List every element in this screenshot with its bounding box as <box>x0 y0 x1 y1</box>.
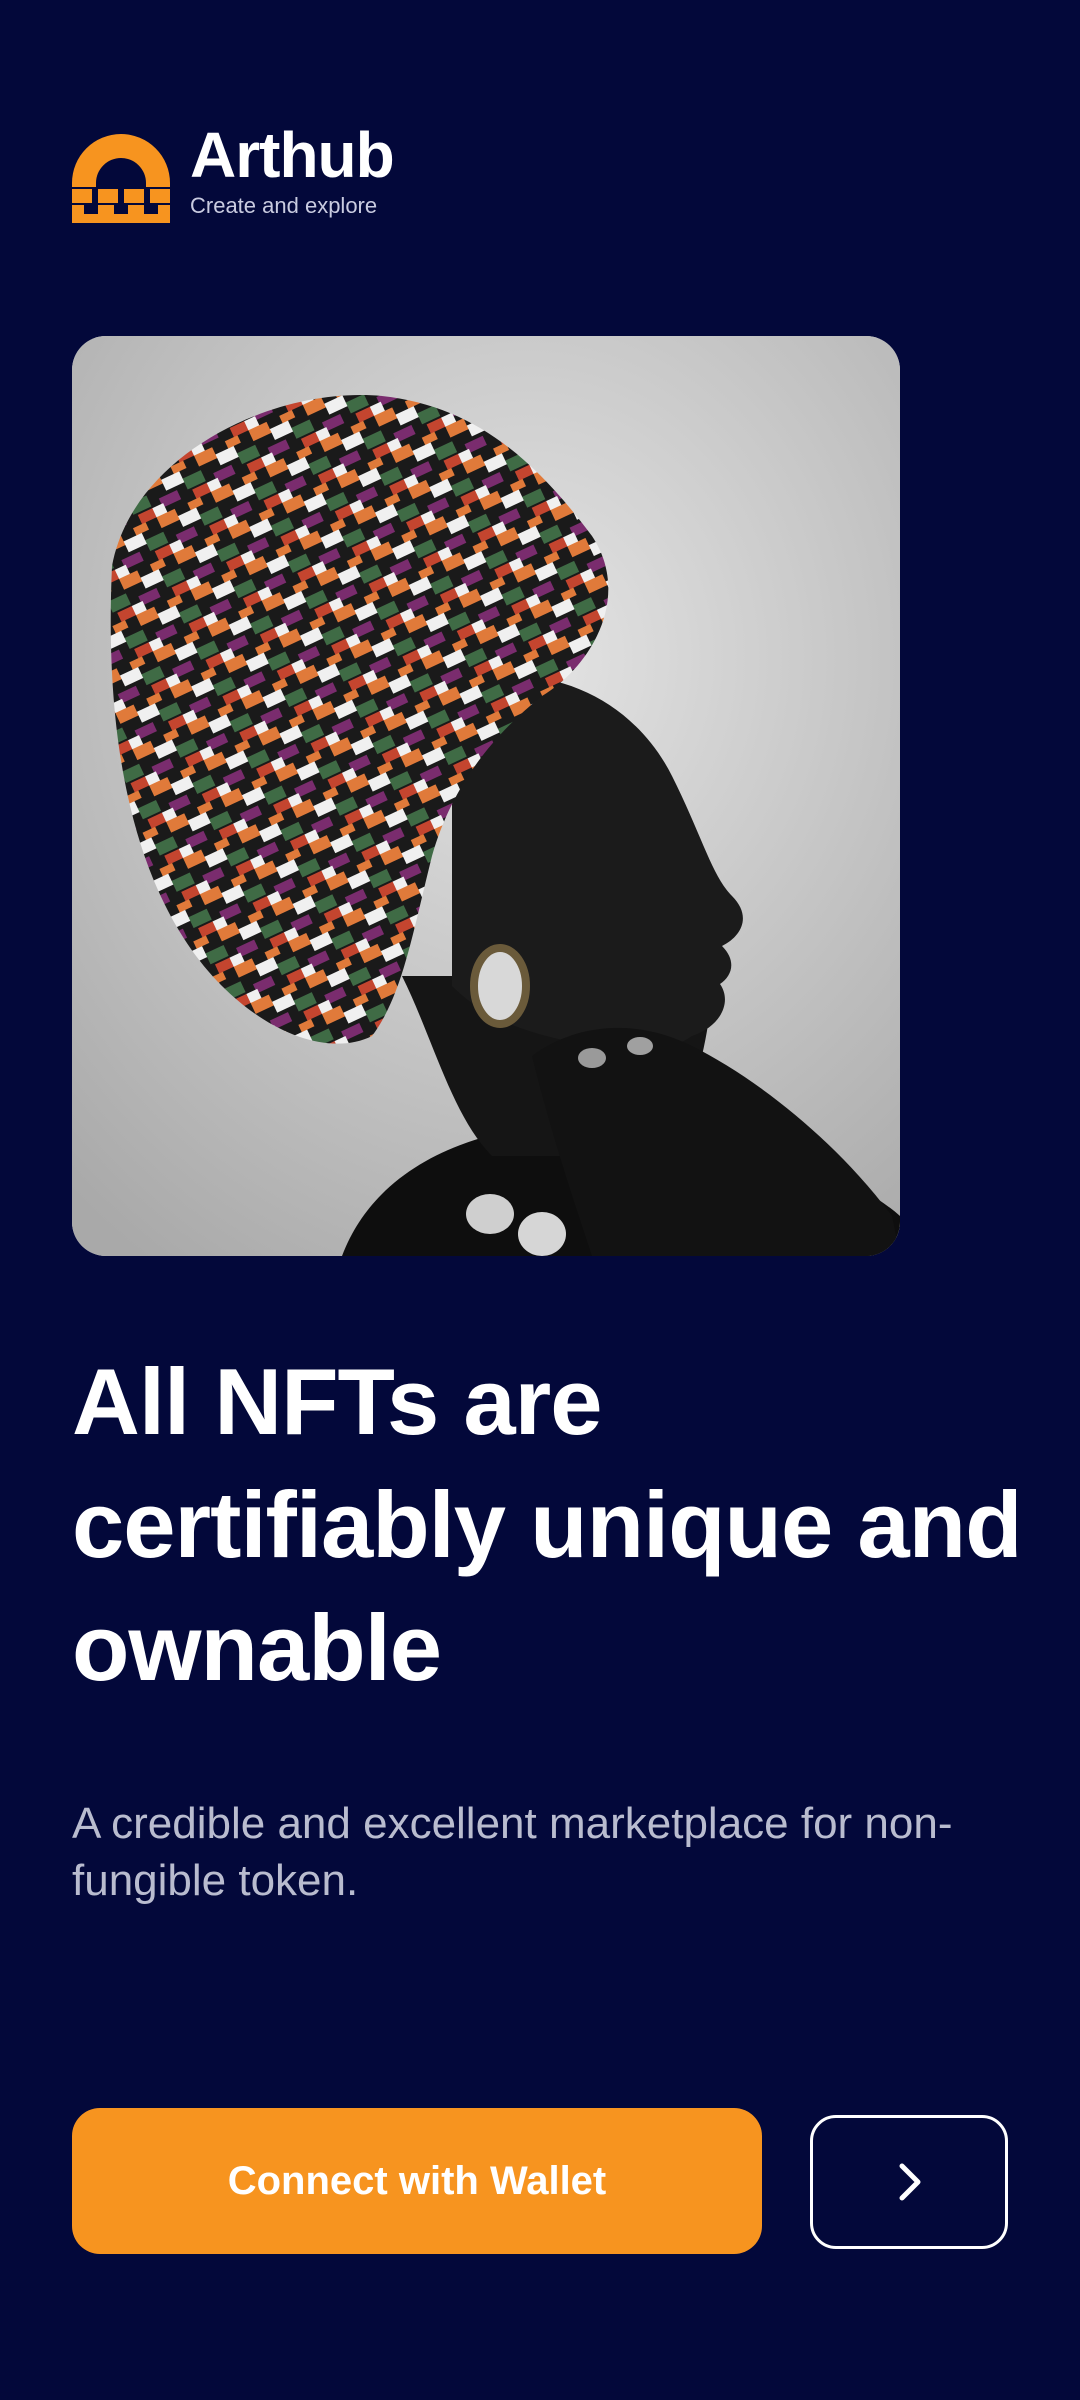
subtitle: A credible and excellent marketplace for… <box>72 1799 953 1905</box>
connect-wallet-button[interactable]: Connect with Wallet <box>72 2108 762 2254</box>
chevron-right-icon <box>899 2163 921 2201</box>
hero-portrait-image <box>72 336 900 1256</box>
brand-name: Arthub <box>190 119 395 191</box>
brand-tagline: Create and explore <box>190 193 378 218</box>
arch-logo-icon <box>72 134 170 223</box>
portrait-image <box>72 336 900 1256</box>
next-button[interactable] <box>810 2115 1008 2249</box>
headline: All NFTs are certifiably unique and owna… <box>72 1349 1023 1700</box>
brand-header: Arthub Create and explore <box>72 119 395 223</box>
